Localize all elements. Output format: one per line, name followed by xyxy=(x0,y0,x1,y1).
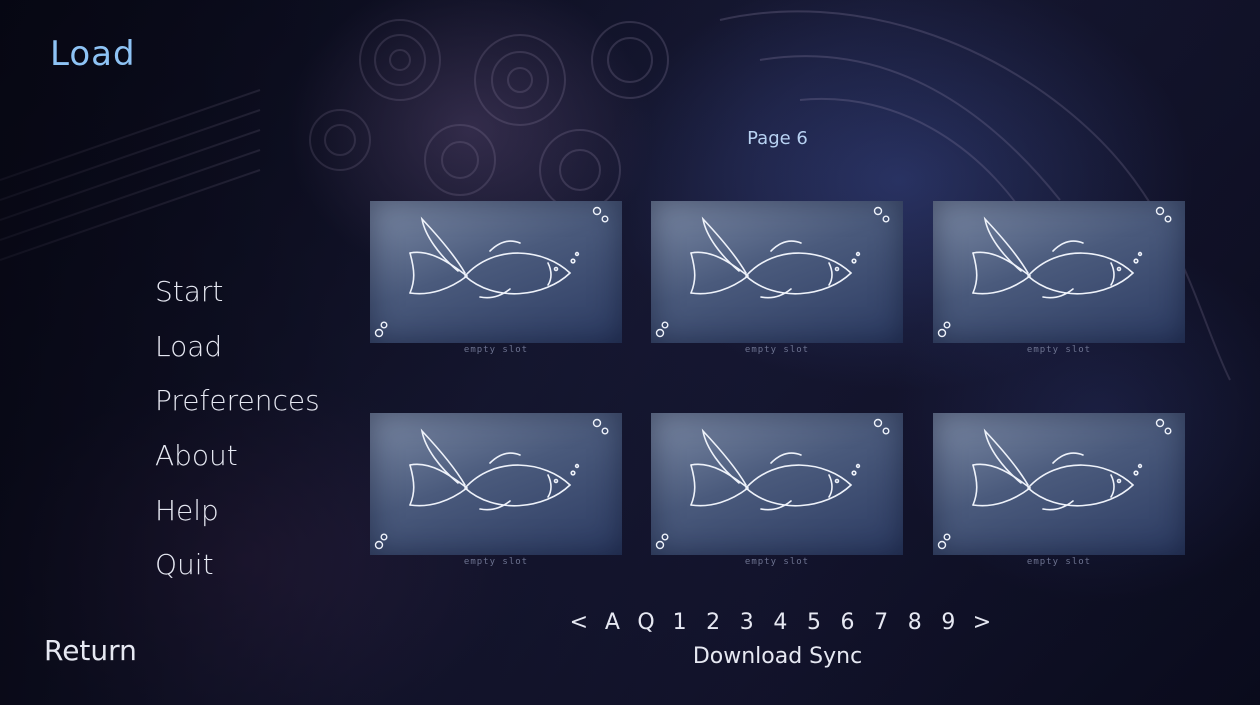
main-menu: Start Load Preferences About Help Quit xyxy=(155,272,320,600)
fish-outline-icon xyxy=(937,206,1172,338)
menu-item-about[interactable]: About xyxy=(155,436,320,491)
menu-item-preferences[interactable]: Preferences xyxy=(155,381,320,436)
page-button-3[interactable]: 3 xyxy=(730,610,764,635)
fish-outline-icon xyxy=(374,418,609,550)
save-slot-3[interactable] xyxy=(933,201,1185,343)
next-page-button[interactable]: > xyxy=(965,610,999,635)
fish-outline-icon xyxy=(655,418,890,550)
page-button-5[interactable]: 5 xyxy=(797,610,831,635)
page-button-7[interactable]: 7 xyxy=(864,610,898,635)
save-slot-1[interactable] xyxy=(370,201,622,343)
save-slot-6[interactable] xyxy=(933,413,1185,555)
fish-outline-icon xyxy=(655,206,890,338)
save-slot-5[interactable] xyxy=(651,413,903,555)
save-slot-2[interactable] xyxy=(651,201,903,343)
fish-outline-icon xyxy=(937,418,1172,550)
screen-title: Load xyxy=(50,34,160,78)
save-slot-4[interactable] xyxy=(370,413,622,555)
menu-item-quit[interactable]: Quit xyxy=(155,545,320,600)
page-button-4[interactable]: 4 xyxy=(764,610,798,635)
page-label: Page 6 xyxy=(747,128,808,149)
return-button[interactable]: Return xyxy=(44,634,137,667)
fish-outline-icon xyxy=(374,206,609,338)
slot-empty-label: empty slot xyxy=(744,345,810,355)
page-button-2[interactable]: 2 xyxy=(696,610,730,635)
screen-title-text: Load xyxy=(50,34,136,74)
page-button-1[interactable]: 1 xyxy=(663,610,697,635)
quick-saves-tab[interactable]: Q xyxy=(629,610,663,635)
slot-empty-label: empty slot xyxy=(463,345,529,355)
prev-page-button[interactable]: < xyxy=(562,610,596,635)
slot-empty-label: empty slot xyxy=(744,557,810,567)
menu-item-start[interactable]: Start xyxy=(155,272,320,327)
slot-empty-label: empty slot xyxy=(463,557,529,567)
page-button-6[interactable]: 6 xyxy=(831,610,865,635)
menu-item-help[interactable]: Help xyxy=(155,491,320,546)
menu-item-load[interactable]: Load xyxy=(155,327,320,382)
page-navigation: < A Q 1 2 3 4 5 6 7 8 9 > xyxy=(562,610,999,635)
page-button-8[interactable]: 8 xyxy=(898,610,932,635)
download-sync-button[interactable]: Download Sync xyxy=(680,644,875,669)
auto-saves-tab[interactable]: A xyxy=(596,610,630,635)
slot-empty-label: empty slot xyxy=(1026,557,1092,567)
slot-empty-label: empty slot xyxy=(1026,345,1092,355)
page-button-9[interactable]: 9 xyxy=(932,610,966,635)
